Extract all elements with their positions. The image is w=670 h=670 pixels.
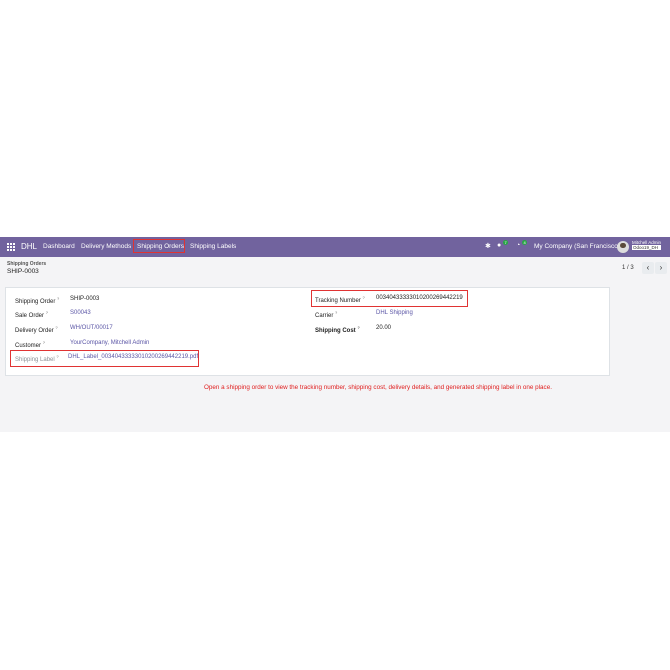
form-sheet: Shipping Order ? SHIP-0003 Sale Order ? … [5,287,610,376]
customer-link[interactable]: YourCompany, Mitchell Admin [70,340,149,346]
nav-dashboard[interactable]: Dashboard [43,243,75,250]
nav-shipping-labels[interactable]: Shipping Labels [190,243,236,250]
shipping-order-label: Shipping Order ? [15,296,60,305]
instruction-note: Open a shipping order to view the tracki… [204,384,552,391]
carrier-label: Carrier ? [315,310,338,319]
tracking-number-label: Tracking Number ? [315,295,365,304]
apps-menu-icon[interactable] [7,243,15,251]
shipping-label-label: Shipping Label ? [15,354,59,363]
chat-badge: 7 [503,240,509,245]
record-title: SHIP-0003 [7,268,39,275]
breadcrumb[interactable]: Shipping Orders [7,261,46,267]
sale-order-link[interactable]: S00043 [70,310,91,316]
sale-order-label: Sale Order ? [15,310,48,319]
delivery-order-link[interactable]: WH/OUT/00017 [70,325,113,331]
user-avatar[interactable] [617,241,629,253]
customer-label: Customer ? [15,340,45,349]
top-navbar: DHL Dashboard Delivery Methods Shipping … [0,237,670,257]
shipping-cost-label: Shipping Cost ? [315,325,360,334]
activity-clock-icon[interactable]: ◔ 4 [516,240,528,249]
shipping-order-value: SHIP-0003 [70,296,100,302]
tracking-number-value: 00340433333010200269442219 [376,295,463,301]
app-brand[interactable]: DHL [21,242,37,251]
shipping-cost-value: 20.00 [376,325,392,331]
company-switcher[interactable]: My Company (San Francisco) [534,243,620,250]
app-window: DHL Dashboard Delivery Methods Shipping … [0,237,670,432]
user-database: Odoo19_DH [632,245,662,250]
carrier-link[interactable]: DHL Shipping [376,310,413,316]
chat-icon[interactable]: ● 7 [497,240,509,249]
pager-next-icon[interactable]: › [655,262,667,274]
shipping-label-file-link[interactable]: DHL_Label_00340433333010200269442219.pdf [68,354,198,360]
nav-highlight-box [133,239,185,253]
pager-prev-icon[interactable]: ‹ [642,262,654,274]
user-menu[interactable]: Mitchell Admin Odoo19_DH [632,240,662,250]
pager-value[interactable]: 1 / 3 [622,265,634,271]
bug-icon[interactable]: ✱ [485,242,491,250]
activity-badge: 4 [522,240,528,245]
delivery-order-label: Delivery Order ? [15,325,58,334]
nav-delivery-methods[interactable]: Delivery Methods [81,243,131,250]
